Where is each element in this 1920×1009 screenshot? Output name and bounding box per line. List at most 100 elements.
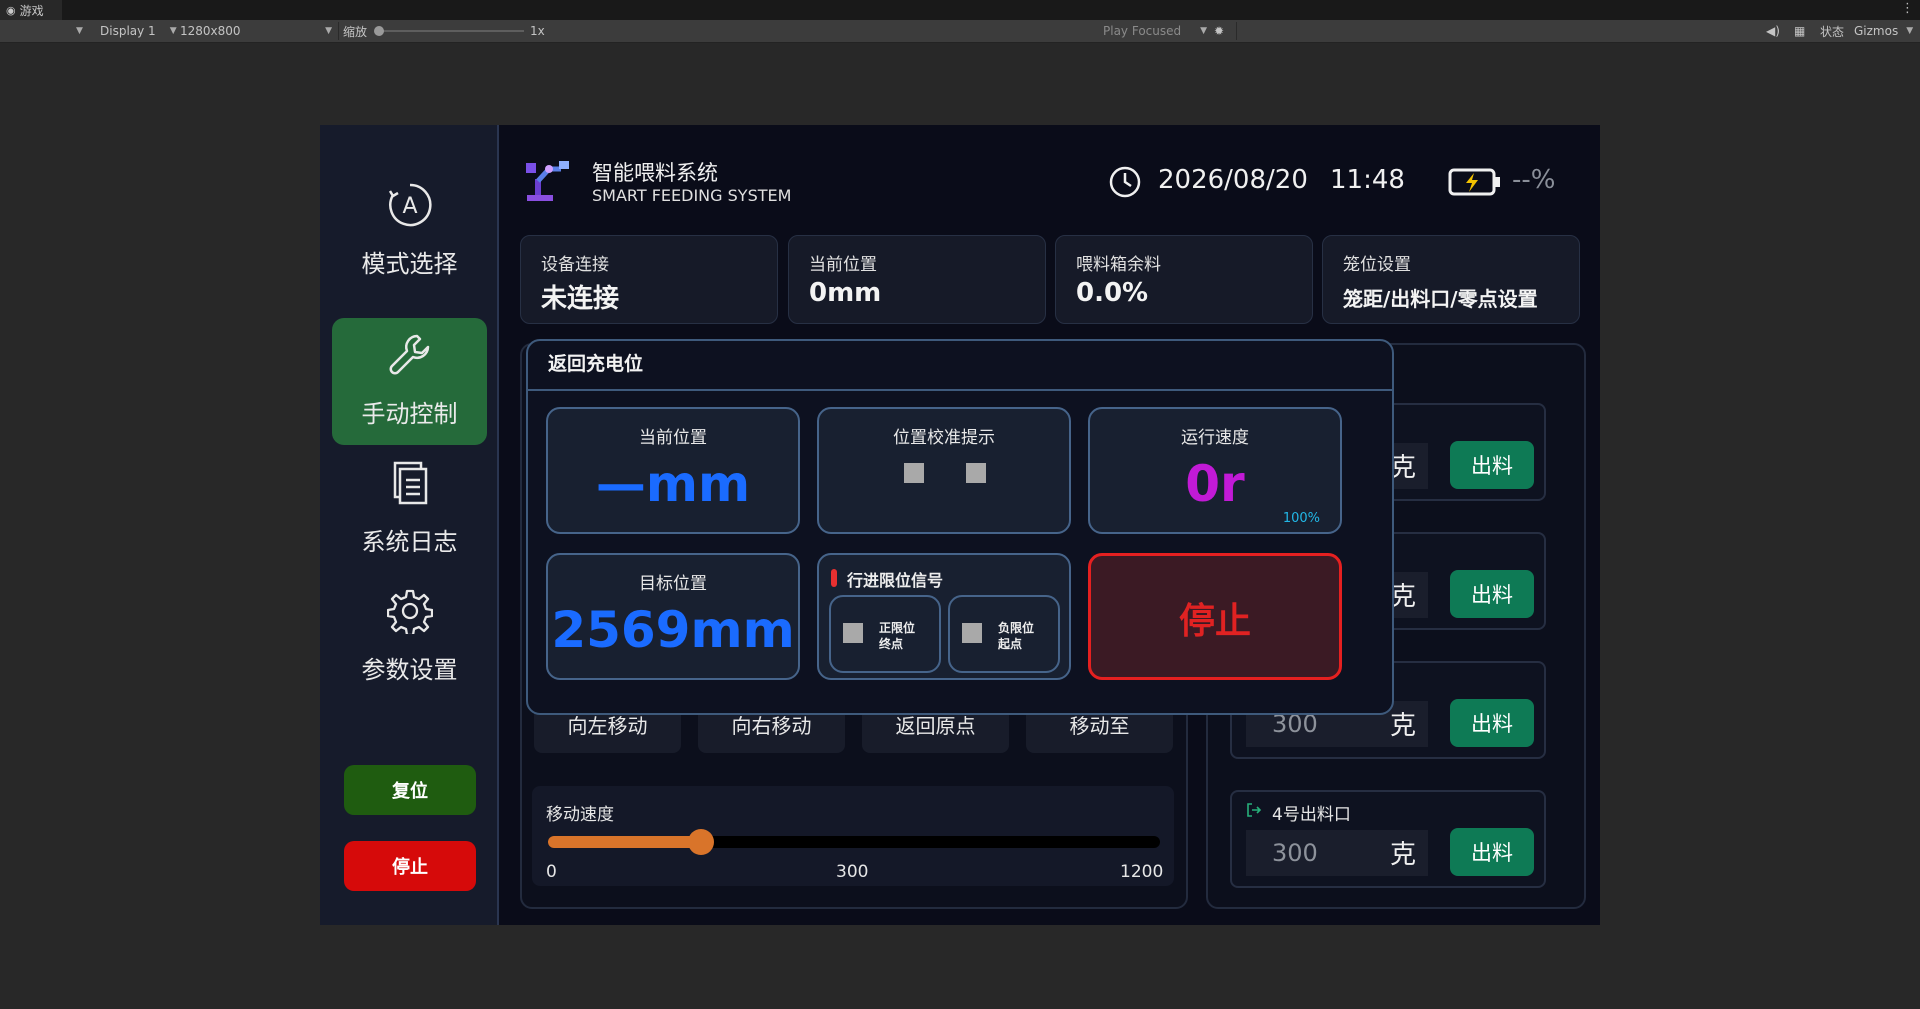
speed-mid-tick: 300 [836, 862, 869, 882]
gizmos-dropdown[interactable]: Gizmos ▼ [1854, 20, 1913, 42]
play-mode-label: Play Focused [1103, 24, 1182, 38]
chevron-down-icon: ▼ [169, 26, 177, 36]
calibration-hint-tile: 位置校准提示 [817, 407, 1071, 534]
gear-icon [387, 589, 433, 634]
positive-limit-square [843, 623, 863, 643]
stats-button[interactable]: 状态 [1820, 20, 1844, 42]
display-dropdown[interactable]: Display 1 ▼ [100, 20, 177, 42]
outlet-card-4: 4号出料口 克 出料 [1230, 790, 1546, 888]
negative-limit-label: 负限位 [998, 621, 1035, 635]
run-speed-value: 0r [1185, 455, 1245, 513]
game-tab-label: 游戏 [19, 3, 44, 18]
display-label: Display 1 [100, 24, 156, 38]
chevron-down-icon: ▼ [325, 26, 332, 36]
tile-label: 目标位置 [639, 574, 707, 594]
sidebar-item-label: 模式选择 [361, 250, 458, 278]
tile-label: 位置校准提示 [893, 428, 995, 448]
cage-settings-card[interactable]: 笼位设置 笼距/出料口/零点设置 [1322, 235, 1580, 324]
current-time: 11:48 [1330, 165, 1405, 195]
app-title: 智能喂料系统 [592, 161, 718, 185]
positive-limit-sublabel: 终点 [879, 637, 904, 651]
run-speed-percent: 100% [1282, 511, 1320, 526]
move-speed-slider-fill [548, 836, 701, 848]
dispense-button[interactable]: 出料 [1450, 699, 1534, 747]
resolution-dropdown[interactable]: 1280x800 ▼ [180, 20, 334, 42]
dispense-button[interactable]: 出料 [1450, 828, 1534, 876]
chevron-down-icon: ▼ [1200, 26, 1207, 36]
current-position-card: 当前位置 0mm [788, 235, 1046, 324]
dispense-button[interactable]: 出料 [1450, 441, 1534, 489]
tile-label: 运行速度 [1181, 428, 1249, 448]
sidebar-item-label: 参数设置 [361, 656, 458, 684]
mute-audio-icon[interactable]: ◀) [1766, 20, 1780, 42]
device-connection-card: 设备连接 未连接 [520, 235, 778, 324]
display-dropdown-arrow[interactable]: ▼ [76, 20, 83, 42]
reset-button[interactable]: 复位 [344, 765, 476, 815]
card-value: 0.0% [1076, 278, 1149, 308]
move-speed-label: 移动速度 [546, 805, 614, 825]
clock-icon [1109, 166, 1141, 198]
return-charging-dialog: 返回充电位 当前位置 —mm 位置校准提示 运行速度 0r 100% 目标位置 … [526, 339, 1394, 715]
negative-limit-square [962, 623, 982, 643]
outlet-title: 4号出料口 [1272, 805, 1351, 825]
scale-slider-track[interactable] [378, 30, 524, 32]
game-view-toolbar: ▼ Display 1 ▼ 1280x800 ▼ 缩放 1x Play Focu… [0, 20, 1920, 43]
tile-label: 当前位置 [639, 428, 707, 448]
chevron-down-icon: ▼ [1906, 26, 1914, 36]
card-label: 喂料箱余料 [1076, 255, 1161, 275]
current-position-tile: 当前位置 —mm [546, 407, 800, 534]
positive-limit-label: 正限位 [879, 621, 916, 635]
editor-tabbar: ◉ 游戏 ⋮ [0, 0, 1920, 20]
card-value: 笼距/出料口/零点设置 [1343, 287, 1538, 311]
document-icon [393, 461, 428, 505]
dialog-stop-label: 停止 [1178, 601, 1251, 642]
robot-arm-logo-icon [526, 161, 569, 201]
toolbar-divider [338, 22, 339, 40]
scale-slider-handle[interactable] [374, 26, 384, 36]
battery-percent: --% [1512, 165, 1556, 195]
feeding-system-app: A 模式选择 手动控制 系统日志 参数设置 复位 停止 智能喂料系统 SMART… [320, 125, 1600, 925]
speed-min-tick: 0 [546, 862, 557, 882]
move-speed-slider-handle[interactable] [688, 829, 714, 855]
more-options-icon[interactable]: ⋮ [1901, 1, 1914, 16]
card-label: 当前位置 [809, 255, 877, 275]
exit-arrow-icon [1247, 803, 1262, 817]
negative-limit-sublabel: 起点 [998, 637, 1023, 651]
dispense-button[interactable]: 出料 [1450, 570, 1534, 618]
scale-value: 1x [530, 24, 545, 38]
card-label: 设备连接 [541, 255, 609, 275]
sidebar: A 模式选择 手动控制 系统日志 参数设置 复位 停止 [320, 125, 499, 925]
wrench-icon [389, 334, 430, 375]
tile-label: 行进限位信号 [847, 571, 944, 590]
move-speed-panel: 移动速度 0 300 1200 [532, 786, 1174, 886]
move-speed-slider-track[interactable] [548, 829, 1160, 855]
toolbar-divider [1236, 22, 1237, 40]
game-tab[interactable]: ◉ 游戏 [0, 0, 62, 20]
run-speed-tile: 运行速度 0r 100% [1088, 407, 1342, 534]
card-label: 笼位设置 [1343, 255, 1411, 275]
positive-limit-indicator: 正限位 终点 [829, 595, 941, 673]
mode-a-icon: A [388, 183, 432, 227]
scale-label: 缩放 [343, 24, 368, 39]
outlet-unit: 克 [1390, 711, 1417, 741]
dialog-stop-button[interactable]: 停止 [1088, 553, 1342, 680]
svg-text:A: A [402, 194, 417, 219]
battery-charging-icon [1448, 168, 1500, 196]
speed-max-tick: 1200 [1120, 862, 1164, 882]
stop-button[interactable]: 停止 [344, 841, 476, 891]
gizmos-label: Gizmos [1854, 24, 1899, 38]
card-value: 0mm [809, 278, 882, 308]
sidebar-item-mode-select[interactable]: A 模式选择 [332, 168, 487, 295]
calibration-indicator [904, 463, 924, 483]
dialog-divider [528, 389, 1392, 391]
target-position-tile: 目标位置 2569mm [546, 553, 800, 680]
sidebar-item-system-log[interactable]: 系统日志 [332, 446, 487, 573]
calibration-indicator [966, 463, 986, 483]
card-value: 未连接 [541, 284, 620, 314]
limit-status-dot [831, 569, 837, 587]
sidebar-item-manual-control[interactable]: 手动控制 [332, 318, 487, 445]
sidebar-item-parameter-settings[interactable]: 参数设置 [332, 574, 487, 701]
keyboard-icon[interactable]: ▦ [1794, 20, 1805, 42]
bug-icon[interactable]: ✹ [1214, 20, 1224, 42]
play-mode-dropdown[interactable]: Play Focused ▼ [1103, 20, 1207, 42]
